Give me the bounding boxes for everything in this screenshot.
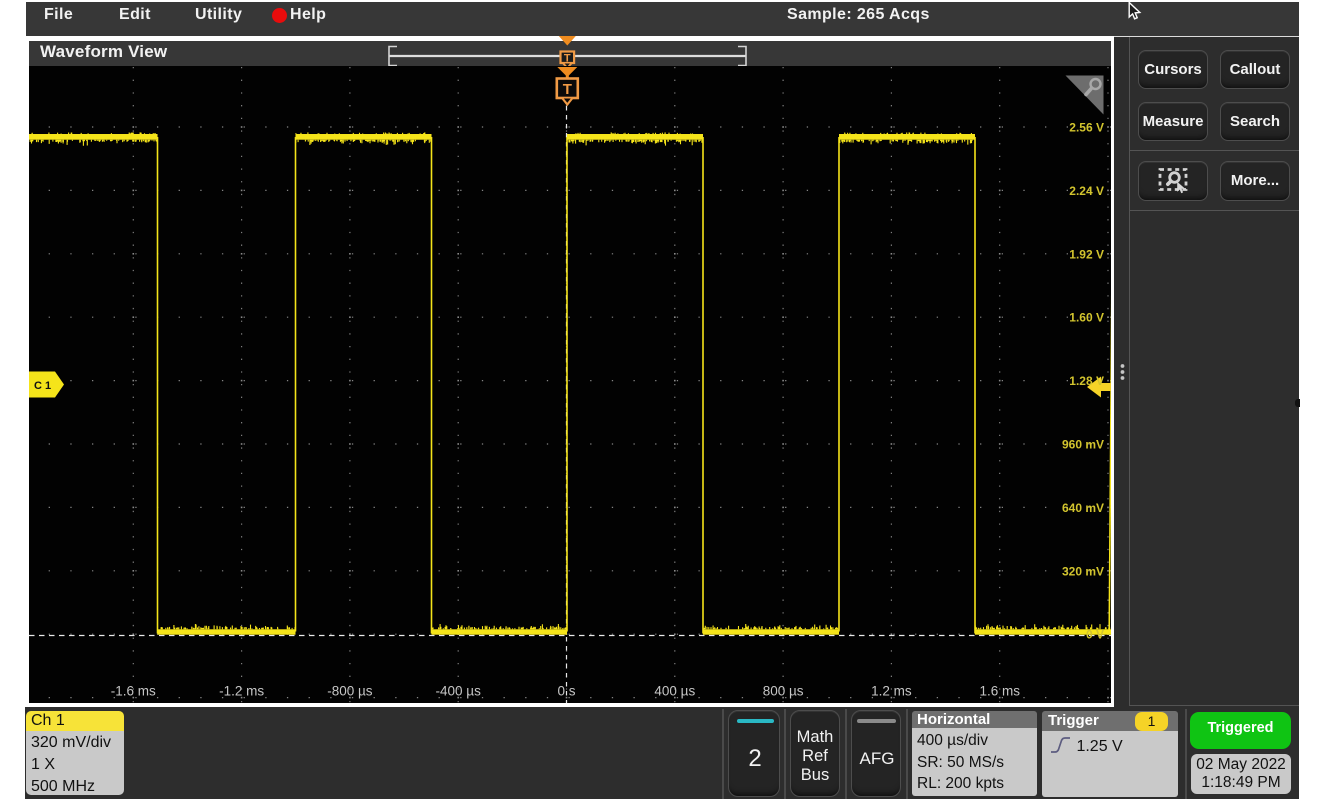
svg-text:960 mV: 960 mV [1062, 438, 1104, 452]
svg-text:T: T [564, 53, 571, 65]
svg-text:-1.2 ms: -1.2 ms [219, 684, 264, 699]
svg-text:T: T [563, 81, 572, 98]
svg-text:1.92 V: 1.92 V [1069, 247, 1104, 261]
svg-text:640 mV: 640 mV [1062, 501, 1104, 515]
svg-text:1.2 ms: 1.2 ms [871, 684, 912, 699]
svg-text:0 V: 0 V [1086, 628, 1104, 642]
svg-text:1.6 ms: 1.6 ms [979, 684, 1020, 699]
svg-text:-800 µs: -800 µs [327, 684, 373, 699]
svg-text:400 µs: 400 µs [654, 684, 695, 699]
svg-text:0 s: 0 s [557, 684, 575, 699]
svg-text:800 µs: 800 µs [763, 684, 804, 699]
svg-text:-400 µs: -400 µs [436, 684, 482, 699]
svg-text:C 1: C 1 [34, 380, 51, 392]
svg-text:2.56 V: 2.56 V [1069, 121, 1104, 135]
svg-text:2.24 V: 2.24 V [1069, 184, 1104, 198]
svg-text:1.28 V: 1.28 V [1069, 374, 1104, 388]
svg-text:320 mV: 320 mV [1062, 564, 1104, 578]
svg-text:-1.6 ms: -1.6 ms [111, 684, 156, 699]
svg-text:1.60 V: 1.60 V [1069, 311, 1104, 325]
